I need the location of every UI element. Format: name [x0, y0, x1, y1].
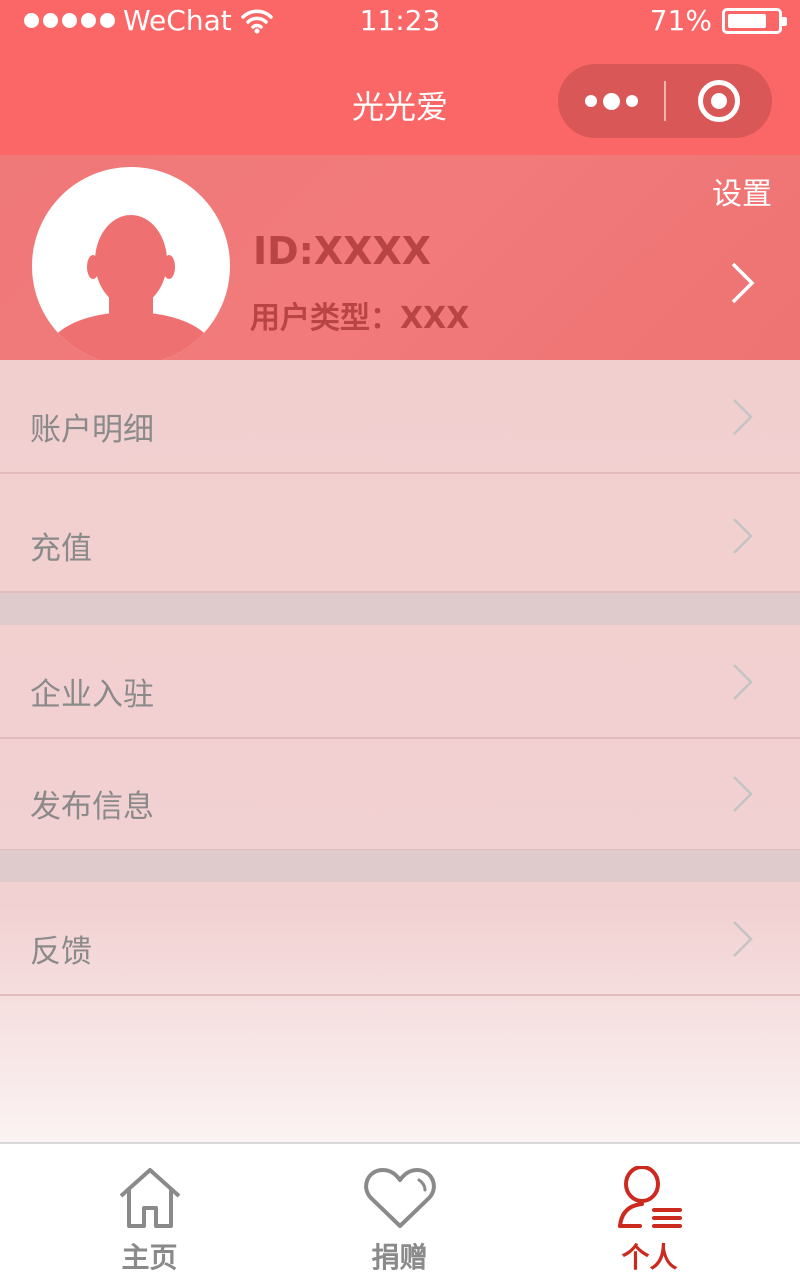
miniprogram-capsule: [558, 64, 772, 138]
target-icon: [698, 80, 740, 122]
menu-item-label: 反馈: [30, 934, 92, 970]
tab-label: 主页: [121, 1241, 178, 1274]
tab-label: 个人: [621, 1241, 678, 1274]
status-bar: WeChat 11:23 71%: [0, 0, 800, 48]
menu-item-enterprise[interactable]: 企业入驻: [0, 625, 800, 739]
close-miniprogram-button[interactable]: [666, 64, 772, 138]
tab-profile[interactable]: 个人: [516, 1144, 783, 1280]
user-id: ID:XXXX: [253, 229, 432, 273]
menu-item-label: 发布信息: [30, 789, 154, 825]
section-divider: [0, 850, 800, 882]
top-bar: WeChat 11:23 71% 光光爱: [0, 0, 800, 155]
chevron-right-icon: [733, 399, 753, 435]
heart-icon: [363, 1168, 436, 1228]
phone-screen: WeChat 11:23 71% 光光爱 设置 ID:XXXX 用户类型：XXX…: [0, 0, 800, 1280]
profile-header[interactable]: 设置 ID:XXXX 用户类型：XXX: [0, 155, 800, 365]
battery-percent: 71%: [649, 4, 712, 37]
chevron-right-icon: [731, 262, 755, 304]
person-icon: [617, 1166, 682, 1228]
tab-label: 捐赠: [371, 1241, 428, 1274]
menu-item-account-details[interactable]: 账户明细: [0, 360, 800, 474]
tab-donate[interactable]: 捐赠: [266, 1144, 533, 1280]
chevron-right-icon: [733, 518, 753, 554]
menu-item-label: 充值: [30, 531, 92, 567]
battery-icon: [722, 7, 787, 34]
user-silhouette-icon: [46, 215, 216, 365]
avatar[interactable]: [32, 167, 230, 365]
chevron-right-icon: [733, 921, 753, 957]
chevron-right-icon: [733, 776, 753, 812]
settings-link[interactable]: 设置: [712, 169, 772, 213]
status-right: 71%: [649, 4, 787, 37]
home-icon: [119, 1168, 180, 1228]
menu-list: 账户明细 充值 企业入驻 发布信息 反馈: [0, 360, 800, 1142]
section-divider: [0, 593, 800, 625]
menu-item-feedback[interactable]: 反馈: [0, 882, 800, 996]
menu-item-label: 账户明细: [30, 412, 154, 448]
more-button[interactable]: [558, 64, 664, 138]
tab-home[interactable]: 主页: [16, 1144, 283, 1280]
user-type: 用户类型：XXX: [250, 301, 470, 336]
menu-item-publish[interactable]: 发布信息: [0, 737, 800, 851]
menu-item-label: 企业入驻: [30, 677, 154, 713]
chevron-right-icon: [733, 664, 753, 700]
menu-item-recharge[interactable]: 充值: [0, 479, 800, 593]
tab-bar: 主页 捐赠 个人: [0, 1142, 800, 1280]
